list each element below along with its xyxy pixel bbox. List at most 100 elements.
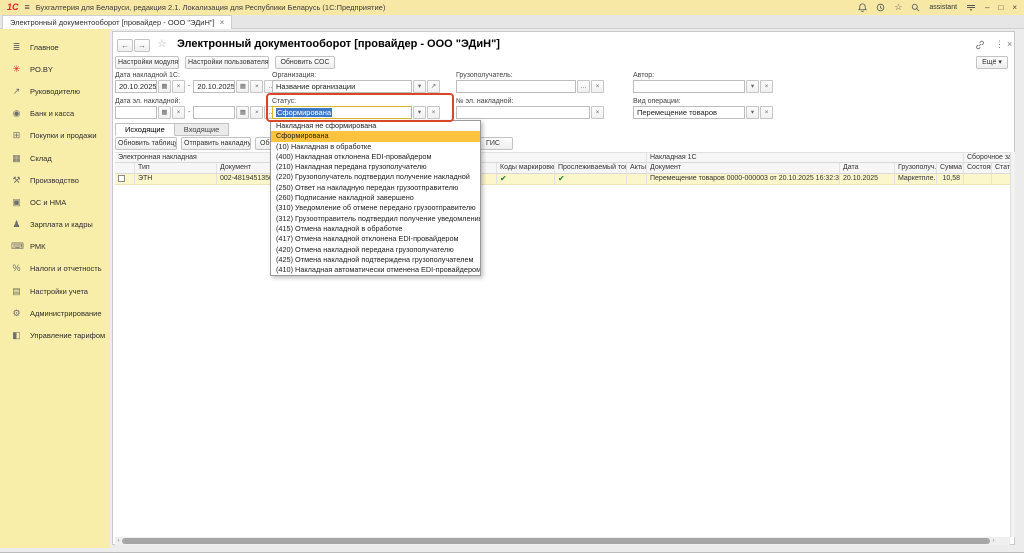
operation-input[interactable]: Перемещение товаров xyxy=(633,106,745,119)
status-option[interactable]: (10) Накладная в обработке xyxy=(271,142,480,152)
clear-icon[interactable]: × xyxy=(760,106,773,119)
status-input[interactable]: Сформирована xyxy=(272,106,412,119)
edoc-number-input[interactable] xyxy=(456,106,590,119)
organization-input[interactable]: Название организации xyxy=(272,80,412,93)
status-option[interactable]: (420) Отмена накладной передана грузопол… xyxy=(271,245,480,255)
sidebar-item-administrirovanie[interactable]: ⚙Администрирование xyxy=(0,302,110,324)
sidebar-item-rukovoditelyu[interactable]: ↗Руководителю xyxy=(0,80,110,102)
refresh-table-button[interactable]: Обновить таблицу xyxy=(115,137,177,150)
more-menu-icon[interactable]: ⋮ xyxy=(995,40,1004,49)
status-option[interactable]: (310) Уведомление об отмене передано гру… xyxy=(271,203,480,213)
sidebar-item-rmk[interactable]: ⌨РМК xyxy=(0,236,110,258)
status-option[interactable]: Накладная не сформирована xyxy=(271,121,480,131)
notifications-bell-icon[interactable] xyxy=(858,3,867,12)
vertical-scrollbar[interactable] xyxy=(1010,152,1015,537)
status-option[interactable]: (415) Отмена накладной в обработке xyxy=(271,224,480,234)
choose-icon[interactable]: ▾ xyxy=(746,80,759,93)
search-icon[interactable] xyxy=(911,3,920,12)
sidebar-item-os-nma[interactable]: ▣ОС и НМА xyxy=(0,191,110,213)
forward-button[interactable]: → xyxy=(134,39,150,52)
column-sum[interactable]: Сумма xyxy=(937,163,964,174)
column-document-1c[interactable]: Документ xyxy=(647,163,840,174)
sidebar-item-proizvodstvo[interactable]: ⚒Производство xyxy=(0,169,110,191)
column-status[interactable]: Стат... xyxy=(992,163,1010,174)
column-state[interactable]: Состояние xyxy=(964,163,992,174)
row-checkbox[interactable] xyxy=(118,175,125,182)
clear-icon[interactable]: × xyxy=(250,106,263,119)
clear-icon[interactable]: × xyxy=(427,106,440,119)
sidebar-item-upravlenie-tarifom[interactable]: ◧Управление тарифом xyxy=(0,324,110,346)
user-settings-button[interactable]: Настройки пользователя xyxy=(185,56,269,69)
history-icon[interactable] xyxy=(876,3,885,12)
status-option[interactable]: (210) Накладная передана грузополучателю xyxy=(271,162,480,172)
sidebar-item-nastroyki-ucheta[interactable]: ▤Настройки учета xyxy=(0,280,110,302)
link-icon[interactable] xyxy=(975,40,985,52)
choose-list-icon[interactable]: … xyxy=(577,80,590,93)
status-option[interactable]: (400) Накладная отклонена EDI-провайдеро… xyxy=(271,152,480,162)
column-traceable-goods[interactable]: Прослеживаемый товар xyxy=(555,163,627,174)
status-option[interactable]: (220) Грузополучатель подтвердил получен… xyxy=(271,172,480,182)
send-waybill-button[interactable]: Отправить накладную xyxy=(181,137,251,150)
favorites-star-icon[interactable]: ☆ xyxy=(894,3,902,12)
current-user-label[interactable]: assistant xyxy=(929,4,957,11)
favorite-star-icon[interactable]: ☆ xyxy=(157,38,167,51)
main-menu-icon[interactable]: ≡ xyxy=(25,3,30,12)
consignee-input[interactable] xyxy=(456,80,576,93)
scroll-left-icon[interactable]: ‹ xyxy=(115,537,122,545)
table-row[interactable]: ЭТН 002-4819451350000-6 ✔ ✔ Перемещение … xyxy=(115,174,1010,185)
tab-outgoing[interactable]: Исходящие xyxy=(115,123,175,136)
clear-icon[interactable]: × xyxy=(172,106,185,119)
status-option[interactable]: (312) Грузоотправитель подтвердил получе… xyxy=(271,214,480,224)
date-1c-to-input[interactable]: 20.10.2025 xyxy=(193,80,235,93)
column-consignee[interactable]: Грузополуч... xyxy=(895,163,937,174)
column-acts[interactable]: Акты xyxy=(627,163,647,174)
clear-icon[interactable]: × xyxy=(591,106,604,119)
scroll-right-icon[interactable]: › xyxy=(990,537,997,545)
tab-incoming[interactable]: Входящие xyxy=(175,123,230,136)
clear-icon[interactable]: × xyxy=(591,80,604,93)
calendar-icon[interactable]: ▦ xyxy=(236,106,249,119)
horizontal-scrollbar-thumb[interactable] xyxy=(122,538,990,544)
sidebar-item-bank-kassa[interactable]: ◉Банк и касса xyxy=(0,103,110,125)
sidebar-item-zarplata-kadry[interactable]: ♟Зарплата и кадры xyxy=(0,214,110,236)
choose-icon[interactable]: ▾ xyxy=(746,106,759,119)
module-settings-button[interactable]: Настройки модуля xyxy=(115,56,179,69)
column-type[interactable]: Тип xyxy=(135,163,217,174)
open-icon[interactable]: ↗ xyxy=(427,80,440,93)
clear-icon[interactable]: × xyxy=(250,80,263,93)
refresh-sos-button[interactable]: Обновить СОС xyxy=(275,56,335,69)
status-option[interactable]: (410) Накладная автоматически отменена E… xyxy=(271,265,480,275)
close-window-button[interactable]: × xyxy=(1012,4,1017,12)
calendar-icon[interactable]: ▦ xyxy=(158,106,171,119)
date-edoc-to-input[interactable] xyxy=(193,106,235,119)
status-option[interactable]: (417) Отмена накладной отклонена EDI-про… xyxy=(271,234,480,244)
restore-button[interactable]: □ xyxy=(998,4,1003,12)
minimize-button[interactable]: – xyxy=(985,4,989,12)
choose-icon[interactable]: ▾ xyxy=(413,106,426,119)
status-option[interactable]: (250) Ответ на накладную передан грузоот… xyxy=(271,183,480,193)
panels-settings-icon[interactable] xyxy=(966,3,976,12)
status-option[interactable]: (425) Отмена накладной подтверждена груз… xyxy=(271,255,480,265)
clear-icon[interactable]: × xyxy=(760,80,773,93)
status-option-highlighted[interactable]: Сформирована xyxy=(271,131,480,141)
date-1c-from-input[interactable]: 20.10.2025 xyxy=(115,80,157,93)
tab-edi-document[interactable]: Электронный документооборот [провайдер -… xyxy=(2,15,232,29)
clear-icon[interactable]: × xyxy=(172,80,185,93)
calendar-icon[interactable]: ▦ xyxy=(158,80,171,93)
more-button[interactable]: Ещё ▾ xyxy=(976,56,1008,69)
sidebar-item-glavnoe[interactable]: ≣Главное xyxy=(0,36,110,58)
sidebar-item-po-by[interactable]: ✳PO.BY xyxy=(0,58,110,80)
status-option[interactable]: (260) Подписание накладной завершено xyxy=(271,193,480,203)
close-form-icon[interactable]: × xyxy=(1007,40,1012,49)
column-date[interactable]: Дата xyxy=(840,163,895,174)
sidebar-item-pokupki-prodazhi[interactable]: ⊞Покупки и продажи xyxy=(0,125,110,147)
column-marking-codes[interactable]: Коды маркировки xyxy=(497,163,555,174)
back-button[interactable]: ← xyxy=(117,39,133,52)
date-edoc-from-input[interactable] xyxy=(115,106,157,119)
calendar-icon[interactable]: ▦ xyxy=(236,80,249,93)
author-input[interactable] xyxy=(633,80,745,93)
sidebar-item-sklad[interactable]: ▦Склад xyxy=(0,147,110,169)
sidebar-item-nalogi[interactable]: %Налоги и отчетность xyxy=(0,258,110,280)
tab-close-icon[interactable]: × xyxy=(220,18,225,27)
choose-icon[interactable]: ▾ xyxy=(413,80,426,93)
